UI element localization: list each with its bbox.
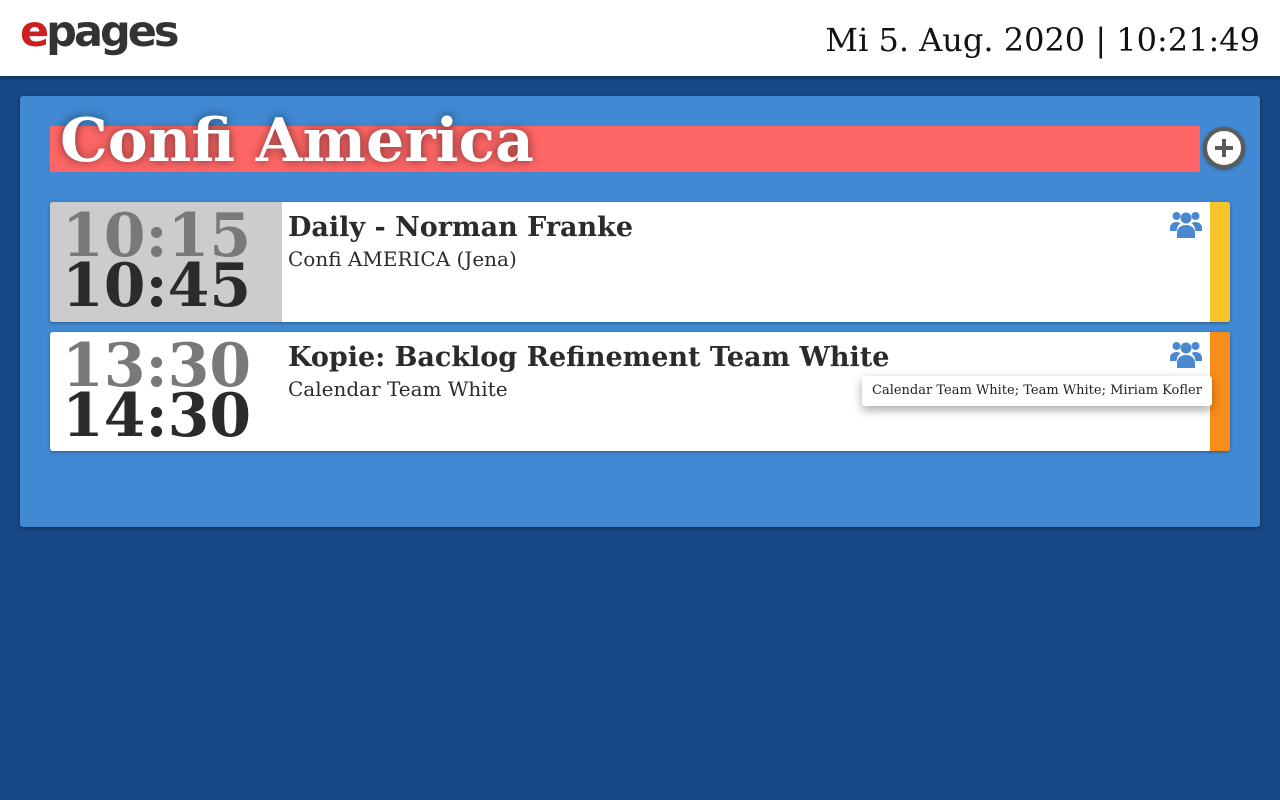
attendees-tooltip: Calendar Team White; Team White; Miriam … bbox=[862, 376, 1212, 406]
date-time-display: Mi 5. Aug. 2020 | 10:21:49 bbox=[825, 21, 1260, 59]
event-status-bar bbox=[1210, 202, 1230, 322]
logo-text: pages bbox=[46, 7, 179, 57]
room-panel: Confi America 10:15 10:45 Daily - Norman… bbox=[20, 96, 1260, 527]
top-bar: epages Mi 5. Aug. 2020 | 10:21:49 bbox=[0, 0, 1280, 76]
room-title: Confi America bbox=[60, 106, 534, 176]
users-icon[interactable] bbox=[1170, 340, 1202, 370]
event-end-time: 10:45 bbox=[62, 251, 252, 321]
event-title: Daily - Norman Franke bbox=[288, 212, 634, 243]
event-location: Calendar Team White bbox=[288, 377, 508, 401]
event-status-bar bbox=[1210, 332, 1230, 451]
logo-e: e bbox=[20, 7, 49, 57]
event-end-time: 14:30 bbox=[62, 381, 252, 451]
event-time-box: 10:15 10:45 bbox=[50, 202, 282, 322]
event-location: Confi AMERICA (Jena) bbox=[288, 247, 517, 271]
event-title: Kopie: Backlog Refinement Team White bbox=[288, 342, 890, 373]
add-event-button[interactable] bbox=[1203, 127, 1245, 169]
plus-icon-stroke bbox=[1222, 139, 1226, 157]
epages-logo: epages bbox=[20, 6, 180, 58]
event-time-box: 13:30 14:30 bbox=[50, 332, 282, 451]
users-icon[interactable] bbox=[1170, 210, 1202, 240]
event-card[interactable]: 10:15 10:45 Daily - Norman Franke Confi … bbox=[50, 202, 1230, 322]
